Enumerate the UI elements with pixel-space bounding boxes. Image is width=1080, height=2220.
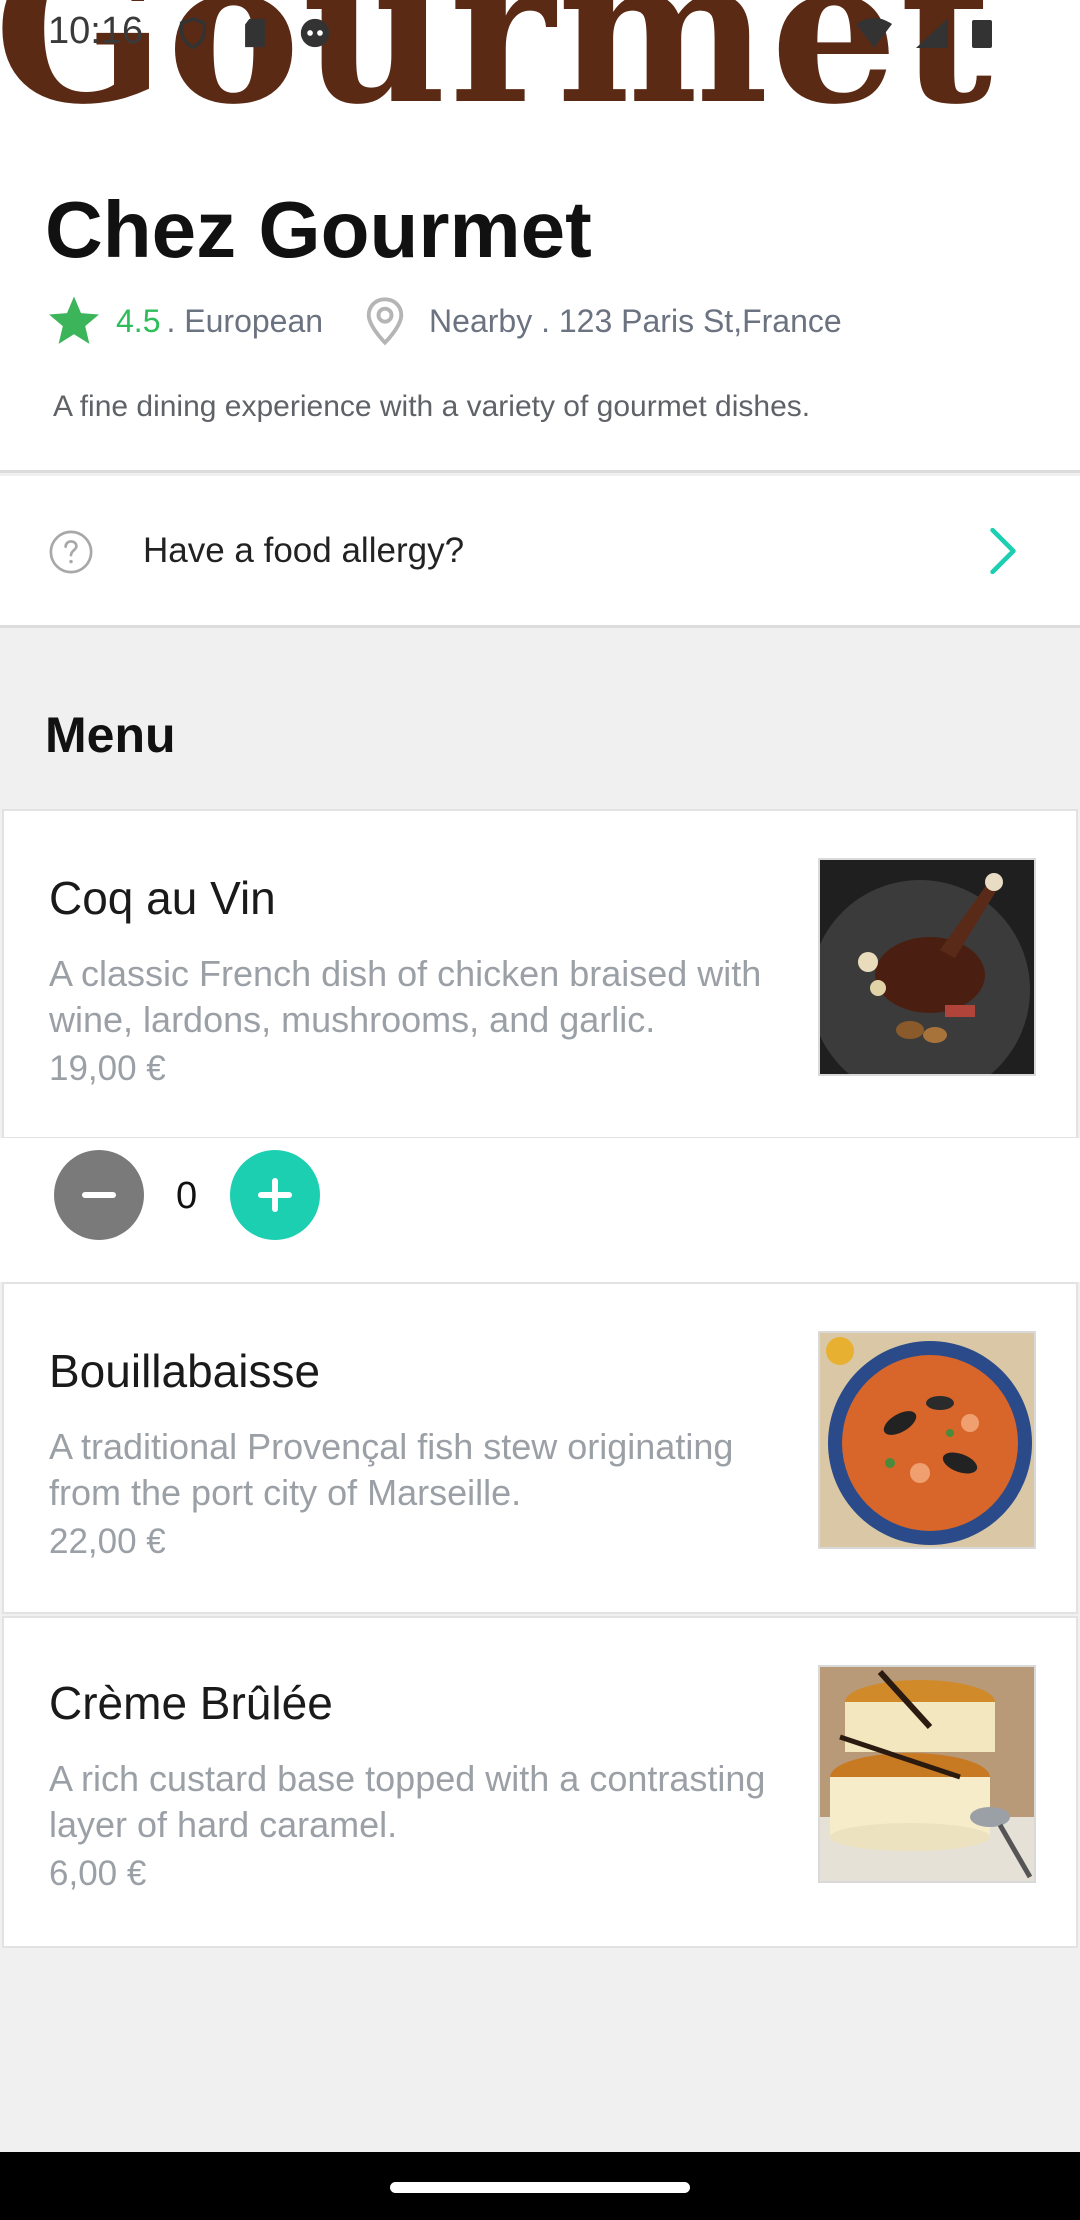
minus-icon bbox=[82, 1192, 116, 1198]
restaurant-info: Chez Gourmet 4.5 . European Nearby . 123… bbox=[0, 138, 1080, 473]
dish-image-creme-brulee bbox=[818, 1665, 1036, 1883]
restaurant-banner: Gourmet 10:16 bbox=[0, 0, 1080, 138]
dish-description: A classic French dish of chicken braised… bbox=[49, 953, 762, 1040]
face-icon bbox=[300, 18, 330, 48]
restaurant-name: Chez Gourmet bbox=[45, 185, 592, 274]
sd-card-icon bbox=[245, 18, 265, 48]
chevron-right-icon bbox=[990, 527, 1016, 575]
location-label: Nearby . 123 Paris St,France bbox=[429, 302, 842, 339]
menu-item-coq-au-vin[interactable]: Coq au Vin A classic French dish of chic… bbox=[2, 809, 1078, 1139]
dish-name: Crème Brûlée bbox=[49, 1677, 333, 1729]
quantity-stepper: 0 bbox=[0, 1138, 1080, 1282]
cuisine-label: . European bbox=[166, 302, 324, 339]
wifi-icon bbox=[856, 18, 892, 48]
location-pin-icon bbox=[366, 297, 404, 346]
dish-price: 6,00 € bbox=[49, 1854, 147, 1893]
restaurant-meta: 4.5 . European Nearby . 123 Paris St,Fra… bbox=[46, 293, 842, 349]
status-bar: 10:16 bbox=[0, 0, 1080, 66]
dish-name: Bouillabaisse bbox=[49, 1345, 321, 1397]
decrement-button[interactable] bbox=[54, 1150, 144, 1240]
dish-image-coq-au-vin bbox=[818, 858, 1036, 1076]
status-time: 10:16 bbox=[48, 10, 144, 52]
home-gesture-handle[interactable] bbox=[390, 2182, 690, 2193]
menu-item-bouillabaisse[interactable]: Bouillabaisse A traditional Provençal fi… bbox=[2, 1282, 1078, 1614]
signal-icon bbox=[916, 18, 948, 48]
food-allergy-label: Have a food allergy? bbox=[143, 531, 465, 570]
dish-description: A traditional Provençal fish stew origin… bbox=[49, 1426, 734, 1513]
star-icon bbox=[49, 296, 99, 344]
increment-button[interactable] bbox=[230, 1150, 320, 1240]
rating-value: 4.5 bbox=[116, 302, 161, 339]
food-allergy-row[interactable]: Have a food allergy? bbox=[0, 476, 1080, 628]
help-icon bbox=[49, 530, 93, 574]
battery-icon bbox=[972, 20, 992, 48]
plus-icon bbox=[258, 1178, 292, 1212]
dish-name: Coq au Vin bbox=[49, 872, 276, 924]
restaurant-page: Gourmet 10:16 Chez Gourmet 4.5 . Europea… bbox=[0, 0, 1080, 2220]
shield-icon bbox=[179, 16, 207, 50]
menu-item-creme-brulee[interactable]: Crème Brûlée A rich custard base topped … bbox=[2, 1616, 1078, 1948]
dish-price: 22,00 € bbox=[49, 1522, 166, 1561]
menu-title: Menu bbox=[45, 707, 176, 763]
system-icons bbox=[854, 16, 1004, 50]
dish-image-bouillabaisse bbox=[818, 1331, 1036, 1549]
restaurant-description: A fine dining experience with a variety … bbox=[53, 390, 811, 423]
dish-description: A rich custard base topped with a contra… bbox=[49, 1758, 766, 1845]
system-nav-bar bbox=[0, 2152, 1080, 2220]
dish-price: 19,00 € bbox=[49, 1049, 166, 1088]
quantity-value: 0 bbox=[176, 1175, 198, 1217]
